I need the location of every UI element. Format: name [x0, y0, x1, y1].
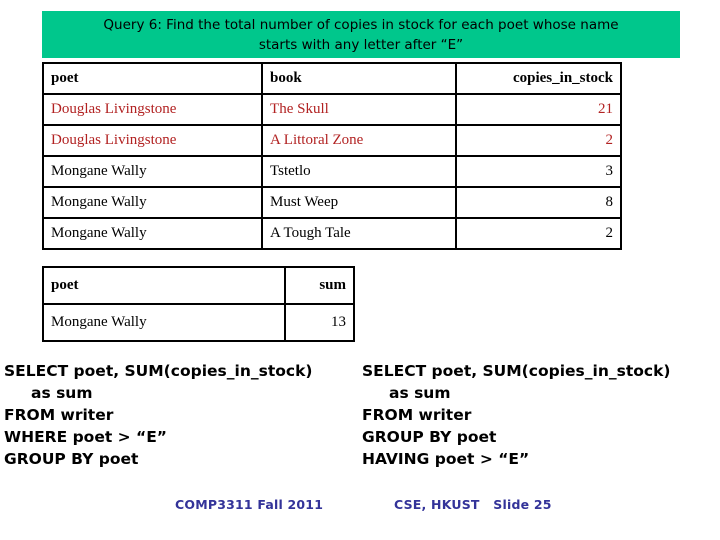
summary-header-row: poet sum — [42, 266, 356, 305]
footer-credit-label: CSE, HKUST Slide 25 — [394, 497, 552, 512]
sql-query-having: SELECT poet, SUM(copies_in_stock) as sum… — [362, 362, 671, 468]
cell-book: A Tough Tale — [261, 217, 457, 250]
cell-poet: Mongane Wally — [41, 217, 264, 250]
table-row: Douglas Livingstone The Skull 21 — [41, 93, 623, 126]
table-row: Mongane Wally Must Weep 8 — [41, 186, 623, 219]
footer-course-label: COMP3311 Fall 2011 — [175, 497, 324, 512]
column-header-book: book — [261, 62, 457, 95]
summary-cell-poet: Mongane Wally — [42, 303, 286, 342]
table-row: Mongane Wally A Tough Tale 2 — [41, 217, 623, 250]
query-banner: Query 6: Find the total number of copies… — [42, 11, 680, 58]
cell-copies: 21 — [454, 93, 623, 126]
summary-table: poet sum Mongane Wally 13 — [42, 266, 356, 342]
summary-column-header-sum: sum — [283, 266, 356, 305]
cell-poet: Mongane Wally — [41, 155, 264, 188]
table-row: Douglas Livingstone A Littoral Zone 2 — [41, 124, 623, 157]
cell-copies: 3 — [454, 155, 623, 188]
cell-poet: Mongane Wally — [41, 186, 264, 219]
table-header-row: poet book copies_in_stock — [41, 62, 623, 95]
result-table: poet book copies_in_stock Douglas Living… — [41, 62, 623, 250]
cell-copies: 2 — [454, 124, 623, 157]
table-row: Mongane Wally Tstetlo 3 — [41, 155, 623, 188]
cell-book: The Skull — [261, 93, 457, 126]
cell-copies: 8 — [454, 186, 623, 219]
summary-column-header-poet: poet — [42, 266, 286, 305]
column-header-copies-in-stock: copies_in_stock — [454, 62, 623, 95]
sql-query-where: SELECT poet, SUM(copies_in_stock) as sum… — [4, 362, 313, 468]
cell-copies: 2 — [454, 217, 623, 250]
summary-row: Mongane Wally 13 — [42, 303, 356, 342]
cell-book: Tstetlo — [261, 155, 457, 188]
query-banner-text: Query 6: Find the total number of copies… — [103, 16, 619, 53]
cell-book: Must Weep — [261, 186, 457, 219]
cell-book: A Littoral Zone — [261, 124, 457, 157]
cell-poet: Douglas Livingstone — [41, 93, 264, 126]
summary-cell-sum: 13 — [283, 303, 356, 342]
column-header-poet: poet — [41, 62, 264, 95]
cell-poet: Douglas Livingstone — [41, 124, 264, 157]
